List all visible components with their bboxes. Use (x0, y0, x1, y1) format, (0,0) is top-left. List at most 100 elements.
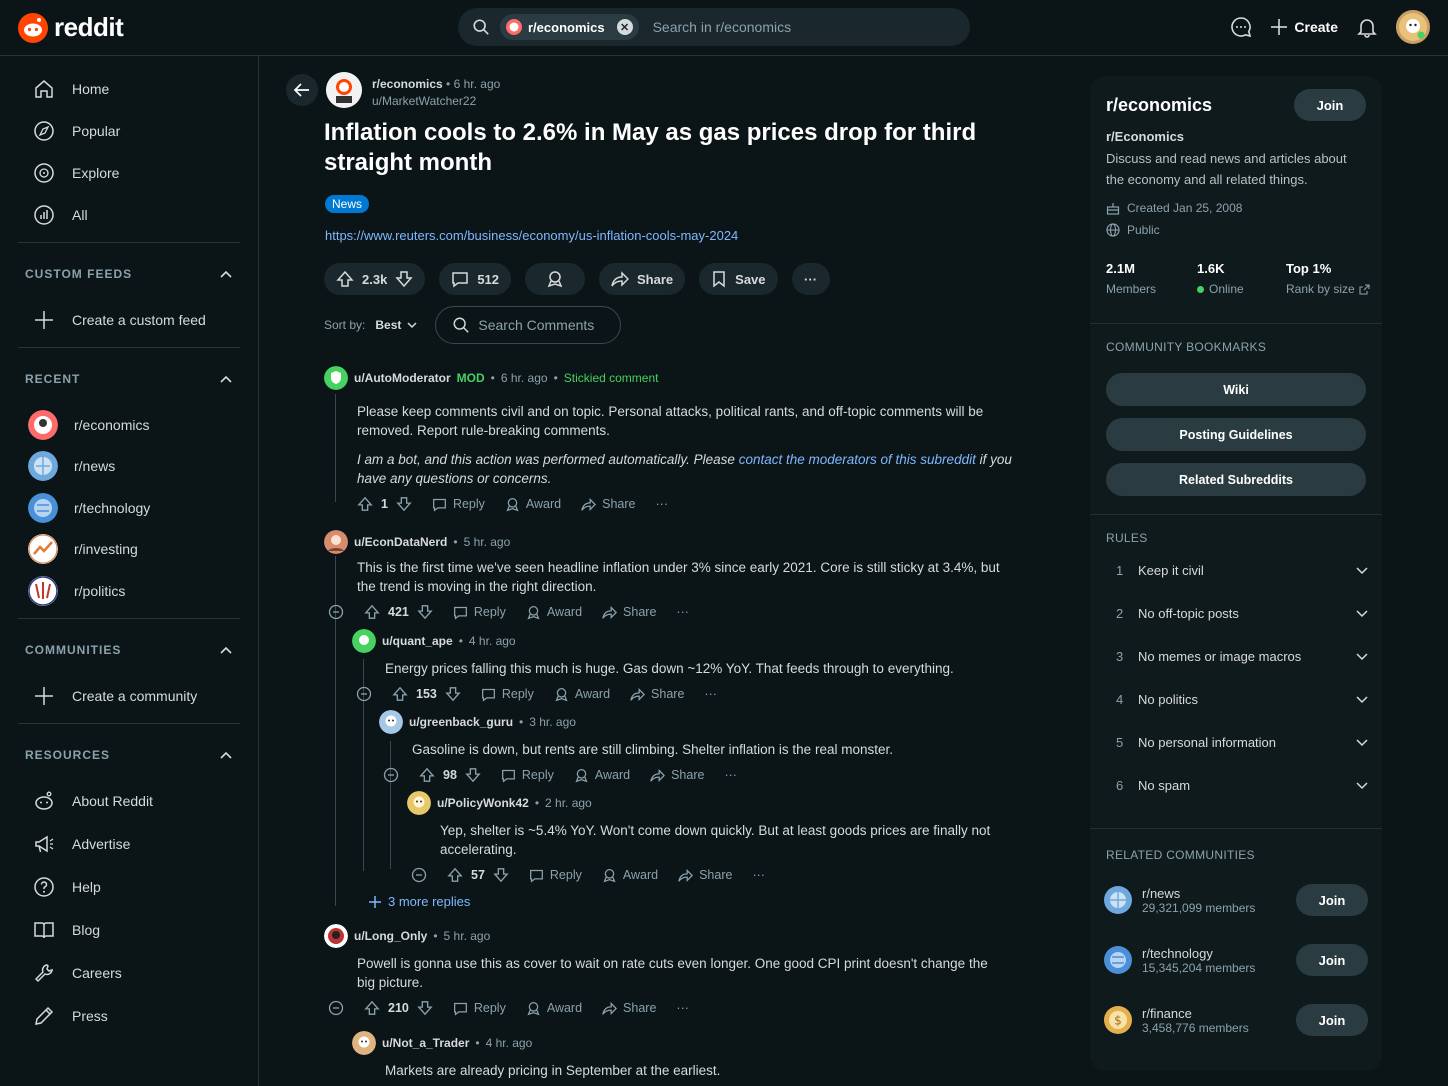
more-replies-link[interactable]: 3 more replies (368, 894, 470, 909)
subreddit-avatar[interactable] (326, 72, 362, 108)
award-button[interactable]: Award (554, 687, 610, 702)
clear-chip-icon[interactable]: ✕ (616, 19, 633, 35)
share-button[interactable]: Share (581, 497, 636, 512)
upvote-icon[interactable] (419, 767, 435, 783)
save-button[interactable]: Save (699, 263, 778, 295)
community-name[interactable]: r/economics (1106, 95, 1212, 116)
join-button[interactable]: Join (1294, 89, 1366, 121)
downvote-icon[interactable] (493, 867, 509, 883)
related-name[interactable]: r/technology (1142, 946, 1296, 961)
resource-careers[interactable]: Careers (18, 952, 240, 995)
recent-item-technology[interactable]: r/technology (18, 487, 240, 529)
share-button[interactable]: Share (678, 868, 732, 883)
user-avatar-icon[interactable] (352, 1031, 376, 1055)
join-button[interactable]: Join (1296, 884, 1368, 916)
resources-header[interactable]: RESOURCES (18, 730, 240, 780)
ellipsis-icon[interactable]: ··· (704, 687, 717, 701)
bookmark-posting-guidelines[interactable]: Posting Guidelines (1106, 418, 1366, 451)
share-button[interactable]: Share (602, 605, 656, 620)
bookmark-related-subreddits[interactable]: Related Subreddits (1106, 463, 1366, 496)
back-button[interactable] (286, 74, 318, 106)
news-avatar-icon[interactable] (1104, 886, 1132, 914)
communities-header[interactable]: COMMUNITIES (18, 625, 240, 675)
search-bar[interactable]: r/economics ✕ Search in r/economics (458, 8, 970, 46)
downvote-icon[interactable] (445, 686, 461, 702)
comment-author[interactable]: u/PolicyWonk42 (437, 796, 529, 810)
nav-explore[interactable]: Explore (18, 152, 240, 194)
chat-icon[interactable] (1230, 16, 1252, 38)
create-button[interactable]: Create (1270, 18, 1338, 36)
rule-item[interactable]: 2 No off-topic posts (1106, 592, 1368, 635)
recent-item-politics[interactable]: r/politics (18, 570, 240, 612)
more-options-button[interactable]: ··· (791, 263, 830, 295)
collapse-icon[interactable] (383, 767, 399, 783)
upvote-icon[interactable] (357, 496, 373, 512)
upvote-icon[interactable] (447, 867, 463, 883)
rule-item[interactable]: 4 No politics (1106, 678, 1368, 721)
nav-popular[interactable]: Popular (18, 110, 240, 152)
award-button[interactable]: Award (505, 497, 561, 512)
comment-author[interactable]: u/greenback_guru (409, 715, 513, 729)
award-button[interactable]: Award (526, 605, 582, 620)
rule-item[interactable]: 5 No personal information (1106, 721, 1368, 764)
sort-dropdown[interactable]: Best (375, 318, 417, 332)
recent-item-economics[interactable]: r/economics (18, 404, 240, 446)
award-button[interactable]: Award (602, 868, 658, 883)
rule-item[interactable]: 1 Keep it civil (1106, 549, 1368, 592)
user-avatar-icon[interactable] (352, 629, 376, 653)
share-button[interactable]: Share (599, 263, 686, 295)
user-avatar-icon[interactable] (324, 924, 348, 948)
award-button[interactable] (525, 263, 586, 295)
create-community[interactable]: Create a community (18, 675, 240, 717)
rule-item[interactable]: 6 No spam (1106, 764, 1368, 807)
reply-button[interactable]: Reply (453, 605, 506, 620)
resource-about[interactable]: About Reddit (18, 780, 240, 823)
ellipsis-icon[interactable]: ··· (752, 868, 765, 882)
bookmark-wiki[interactable]: Wiki (1106, 373, 1366, 406)
post-author[interactable]: u/MarketWatcher22 (372, 93, 500, 110)
finance-avatar-icon[interactable]: $ (1104, 1006, 1132, 1034)
share-button[interactable]: Share (630, 687, 684, 702)
upvote-icon[interactable] (392, 686, 408, 702)
user-avatar-icon[interactable] (407, 791, 431, 815)
reply-button[interactable]: Reply (432, 497, 485, 512)
contact-mods-link[interactable]: contact the moderators of this subreddit (739, 452, 976, 467)
join-button[interactable]: Join (1296, 1004, 1368, 1036)
downvote-icon[interactable] (417, 1000, 433, 1016)
join-button[interactable]: Join (1296, 944, 1368, 976)
comments-button[interactable]: 512 (439, 263, 512, 295)
user-avatar-icon[interactable] (324, 530, 348, 554)
ellipsis-icon[interactable]: ··· (676, 605, 689, 619)
downvote-icon[interactable] (417, 604, 433, 620)
user-avatar-icon[interactable] (379, 710, 403, 734)
collapse-icon[interactable] (411, 867, 427, 883)
comment-author[interactable]: u/Long_Only (354, 929, 427, 943)
recent-item-news[interactable]: r/news (18, 446, 240, 488)
resource-press[interactable]: Press (18, 995, 240, 1038)
downvote-icon[interactable] (396, 496, 412, 512)
post-subreddit[interactable]: r/economics (372, 77, 443, 91)
recent-item-investing[interactable]: r/investing (18, 529, 240, 571)
related-name[interactable]: r/finance (1142, 1006, 1296, 1021)
comment-author[interactable]: u/Not_a_Trader (382, 1036, 469, 1050)
resource-help[interactable]: Help (18, 866, 240, 909)
ellipsis-icon[interactable]: ··· (656, 497, 669, 511)
post-link[interactable]: https://www.reuters.com/business/economy… (325, 228, 738, 243)
reply-button[interactable]: Reply (481, 687, 534, 702)
ellipsis-icon[interactable]: ··· (724, 768, 737, 782)
subreddit-search-chip[interactable]: r/economics ✕ (500, 14, 639, 40)
reddit-logo[interactable]: reddit (18, 12, 124, 43)
mod-shield-avatar[interactable] (324, 366, 348, 390)
award-button[interactable]: Award (526, 1001, 582, 1016)
share-button[interactable]: Share (602, 1001, 656, 1016)
share-button[interactable]: Share (650, 768, 704, 783)
search-comments-input[interactable]: Search Comments (435, 306, 622, 344)
resource-advertise[interactable]: Advertise (18, 823, 240, 866)
award-button[interactable]: Award (574, 768, 630, 783)
nav-all[interactable]: All (18, 194, 240, 236)
reply-button[interactable]: Reply (501, 768, 554, 783)
related-name[interactable]: r/news (1142, 886, 1296, 901)
comment-author[interactable]: u/quant_ape (382, 634, 453, 648)
create-custom-feed[interactable]: Create a custom feed (18, 299, 240, 341)
technology-avatar-icon[interactable] (1104, 946, 1132, 974)
